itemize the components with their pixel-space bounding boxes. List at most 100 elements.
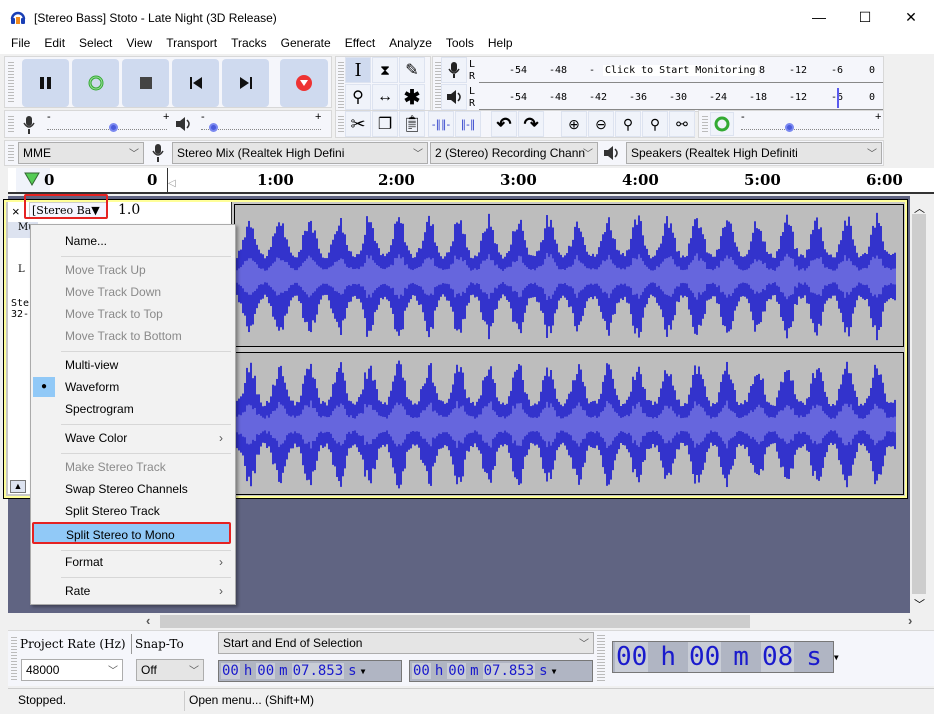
waveform-right-channel[interactable] bbox=[234, 352, 904, 495]
menu-item-format[interactable]: Format › bbox=[33, 551, 233, 573]
time-shift-tool-button[interactable]: ↔ bbox=[372, 84, 398, 110]
record-meter[interactable]: -54 -48 - Click to Start Monitoring 8 -1… bbox=[479, 59, 883, 83]
undo-icon: ↶ bbox=[496, 113, 512, 134]
record-meter-button[interactable] bbox=[441, 57, 467, 83]
horizontal-scrollbar[interactable]: ‹ › bbox=[8, 613, 928, 630]
menu-item-swap-stereo-channels[interactable]: Swap Stereo Channels bbox=[33, 478, 233, 500]
toolbar-grip[interactable] bbox=[8, 114, 14, 134]
skip-to-end-button[interactable] bbox=[222, 59, 269, 107]
cut-button[interactable]: ✂ bbox=[345, 111, 371, 137]
vertical-scrollbar[interactable]: ︿ ﹀ bbox=[910, 196, 928, 613]
menu-item-waveform[interactable]: ● Waveform bbox=[33, 376, 233, 398]
menu-edit[interactable]: Edit bbox=[37, 34, 72, 54]
copy-button[interactable]: ❐ bbox=[372, 111, 398, 137]
scrollbar-thumb[interactable] bbox=[912, 214, 926, 594]
fit-selection-button[interactable]: ⚲ bbox=[615, 111, 641, 137]
submenu-arrow-icon: › bbox=[219, 584, 223, 598]
play-speed-slider[interactable] bbox=[741, 123, 879, 132]
toolbar-grip[interactable] bbox=[597, 633, 605, 683]
toolbar-grip[interactable] bbox=[8, 60, 14, 104]
recording-device-select[interactable]: Stereo Mix (Realtek High Defini ﹀ bbox=[172, 142, 428, 164]
zoom-toggle-button[interactable]: ⚯ bbox=[669, 111, 695, 137]
close-button[interactable]: ✕ bbox=[888, 0, 934, 34]
selection-start-time[interactable]: 00 h 00 m 07.853 s ▼ bbox=[218, 660, 402, 682]
play-loop-button[interactable] bbox=[72, 59, 119, 107]
menu-transport[interactable]: Transport bbox=[159, 34, 224, 54]
menu-item-rate[interactable]: Rate › bbox=[33, 580, 233, 602]
record-volume-slider[interactable] bbox=[47, 123, 167, 132]
menu-tracks[interactable]: Tracks bbox=[224, 34, 274, 54]
collapse-track-button[interactable]: ▲ bbox=[10, 480, 26, 493]
playback-device-select[interactable]: Speakers (Realtek High Definiti ﹀ bbox=[626, 142, 882, 164]
trim-audio-button[interactable]: -∥∥- bbox=[428, 111, 454, 137]
selection-mode-select[interactable]: Start and End of Selection ﹀ bbox=[218, 632, 594, 654]
fit-project-button[interactable]: ⚲ bbox=[642, 111, 668, 137]
pause-button[interactable] bbox=[22, 59, 69, 107]
slider-thumb[interactable] bbox=[785, 123, 794, 132]
toolbar-grip[interactable] bbox=[702, 114, 708, 134]
selection-tool-button[interactable]: I bbox=[345, 57, 371, 83]
scrollbar-thumb[interactable] bbox=[160, 615, 750, 628]
envelope-tool-button[interactable]: ⧗ bbox=[372, 57, 398, 83]
stop-button[interactable] bbox=[122, 59, 169, 107]
slider-thumb[interactable] bbox=[209, 123, 218, 132]
undo-button[interactable]: ↶ bbox=[491, 111, 517, 137]
toolbar-grip[interactable] bbox=[8, 143, 14, 163]
zoom-out-button[interactable]: ⊖ bbox=[588, 111, 614, 137]
menu-view[interactable]: View bbox=[119, 34, 159, 54]
chevron-down-icon: ﹀ bbox=[579, 639, 589, 650]
project-rate-select[interactable]: 48000 ﹀ bbox=[21, 659, 123, 681]
play-at-speed-button[interactable] bbox=[710, 112, 734, 136]
menu-item-multi-view[interactable]: Multi-view bbox=[33, 354, 233, 376]
slider-thumb[interactable] bbox=[109, 123, 118, 132]
zoom-in-button[interactable]: ⊕ bbox=[561, 111, 587, 137]
audio-position-time[interactable]: 00 h 00 m 08 s ▼ bbox=[612, 641, 839, 673]
selection-end-time[interactable]: 00 h 00 m 07.853 s ▼ bbox=[409, 660, 593, 682]
format-dropdown-icon[interactable]: ▼ bbox=[552, 667, 557, 676]
snap-to-select[interactable]: Off ﹀ bbox=[136, 659, 204, 681]
playback-volume-slider[interactable] bbox=[201, 123, 321, 132]
timeline-ruler[interactable]: 0 0 ◁ 1:00 2:00 3:00 4:00 5:00 6:00 bbox=[8, 168, 934, 194]
menu-item-name[interactable]: Name... bbox=[33, 230, 233, 252]
waveform-left-channel[interactable] bbox=[234, 204, 904, 347]
skip-to-start-button[interactable] bbox=[172, 59, 219, 107]
recording-channels-select[interactable]: 2 (Stereo) Recording Chann ﹀ bbox=[430, 142, 598, 164]
menu-select[interactable]: Select bbox=[72, 34, 119, 54]
menu-item-spectrogram[interactable]: Spectrogram bbox=[33, 398, 233, 420]
playback-meter[interactable]: -54 -48 -42 -36 -30 -24 -18 -12 -6 0 bbox=[479, 86, 883, 110]
toolbar-grip[interactable] bbox=[338, 60, 344, 108]
track-close-button[interactable]: × bbox=[12, 204, 20, 219]
start-monitoring-prompt[interactable]: Click to Start Monitoring bbox=[603, 65, 758, 76]
scroll-left-icon[interactable]: ‹ bbox=[146, 613, 150, 628]
playback-meter-button[interactable] bbox=[441, 84, 467, 110]
menu-analyze[interactable]: Analyze bbox=[382, 34, 439, 54]
menu-item-split-stereo-track[interactable]: Split Stereo Track bbox=[33, 500, 233, 522]
copy-icon: ❐ bbox=[377, 116, 393, 133]
format-dropdown-icon[interactable]: ▼ bbox=[834, 653, 839, 662]
maximize-button[interactable]: ☐ bbox=[842, 0, 888, 34]
toolbar-grip[interactable] bbox=[11, 635, 17, 681]
draw-tool-button[interactable]: ✎ bbox=[399, 57, 425, 83]
time-unit: m bbox=[470, 663, 479, 679]
silence-audio-button[interactable]: ∥-∥ bbox=[455, 111, 481, 137]
redo-button[interactable]: ↷ bbox=[518, 111, 544, 137]
audio-host-select[interactable]: MME ﹀ bbox=[18, 142, 144, 164]
menu-effect[interactable]: Effect bbox=[338, 34, 382, 54]
record-button[interactable] bbox=[280, 59, 328, 107]
toolbar-grip[interactable] bbox=[338, 114, 344, 134]
menu-item-wave-color[interactable]: Wave Color › bbox=[33, 427, 233, 449]
minimize-button[interactable]: — bbox=[796, 0, 842, 34]
project-rate-label: Project Rate (Hz) bbox=[20, 637, 126, 651]
multi-tool-button[interactable]: ✱ bbox=[399, 84, 425, 110]
menu-help[interactable]: Help bbox=[481, 34, 520, 54]
edit-toolbar: ✂ ❐ 📋︎ -∥∥- ∥-∥ ↶ ↷ ⊕ ⊖ ⚲ ⚲ ⚯ bbox=[335, 110, 695, 138]
menu-file[interactable]: File bbox=[4, 34, 37, 54]
scroll-right-icon[interactable]: › bbox=[908, 613, 912, 628]
scroll-down-icon[interactable]: ﹀ bbox=[914, 596, 925, 612]
paste-button[interactable]: 📋︎ bbox=[399, 111, 425, 137]
format-dropdown-icon[interactable]: ▼ bbox=[361, 667, 366, 676]
menu-item-split-stereo-to-mono[interactable]: Split Stereo to Mono bbox=[32, 522, 231, 544]
zoom-tool-button[interactable]: ⚲ bbox=[345, 84, 371, 110]
menu-tools[interactable]: Tools bbox=[439, 34, 481, 54]
menu-generate[interactable]: Generate bbox=[274, 34, 338, 54]
